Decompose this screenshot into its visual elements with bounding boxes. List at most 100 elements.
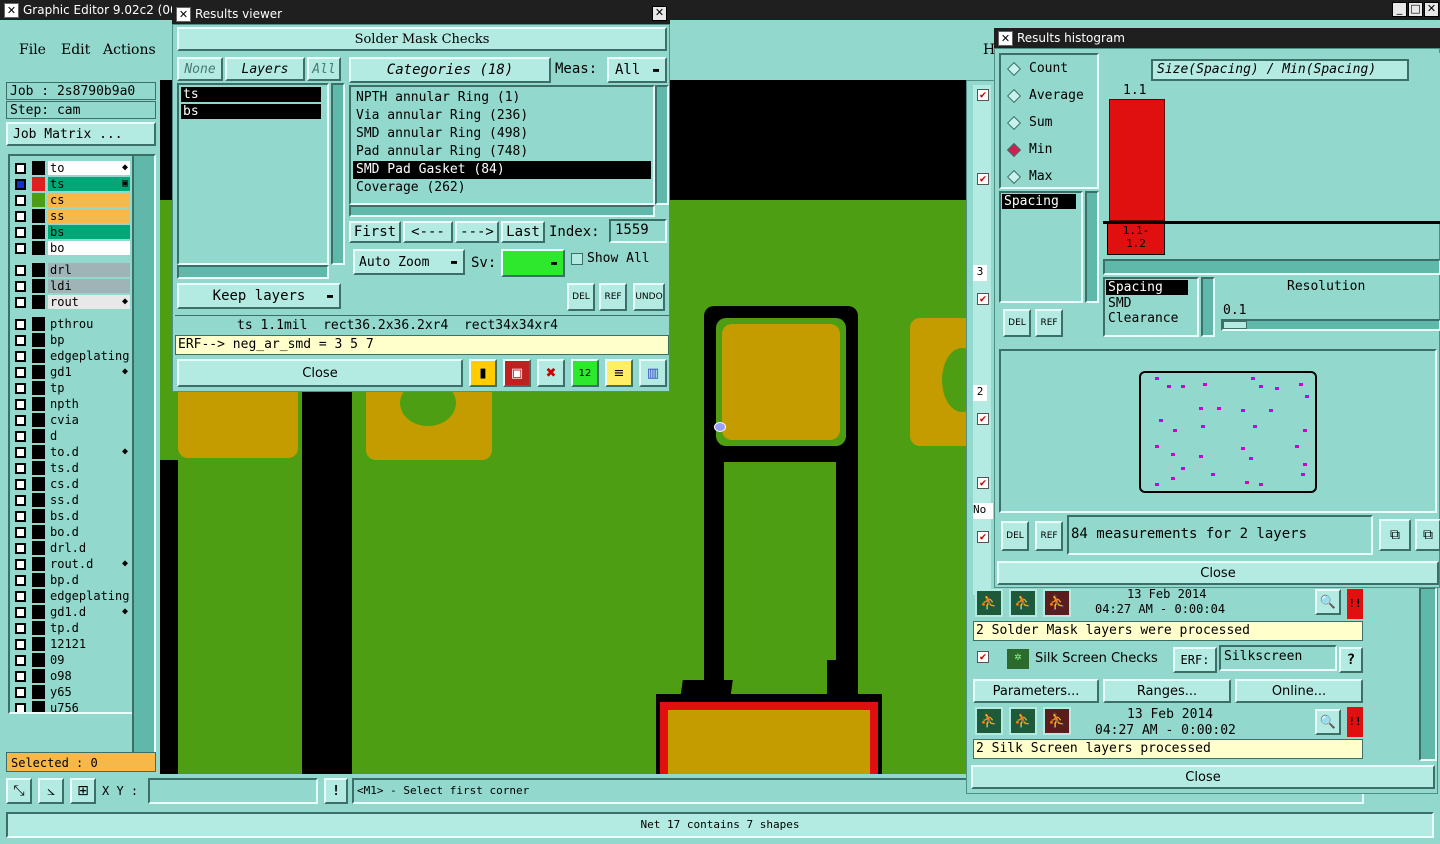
layer-row[interactable]: 09 <box>10 652 130 668</box>
layer-color-swatch[interactable] <box>32 317 45 331</box>
layer-name[interactable]: bs.d <box>48 509 130 523</box>
layer-row[interactable]: rout.d ◆ <box>10 556 130 572</box>
category-item[interactable]: SMD annular Ring (498) <box>353 125 651 143</box>
histogram-icon[interactable]: ▥ <box>639 359 667 387</box>
layer-name[interactable]: o98 <box>48 669 130 683</box>
layer-color-swatch[interactable] <box>32 573 45 587</box>
check-group-header[interactable]: Solder Mask Checks <box>177 27 667 51</box>
layer-row[interactable]: to ◆ <box>10 160 130 176</box>
index-input[interactable]: 1559 <box>609 219 667 243</box>
violation-dot[interactable] <box>1251 377 1255 380</box>
layers-button[interactable]: Layers <box>225 57 305 81</box>
violation-dot[interactable] <box>1305 395 1309 398</box>
result-layer-item[interactable]: ts <box>181 87 321 102</box>
layer-checkbox[interactable] <box>15 510 26 522</box>
zoom-icon[interactable]: 🔍 <box>1315 589 1341 615</box>
violation-dot[interactable] <box>1167 385 1171 388</box>
layer-name[interactable]: rout.d ◆ <box>48 557 130 571</box>
export-all-icon[interactable]: ⧉ <box>1415 519 1440 551</box>
violation-dot[interactable] <box>1199 407 1203 410</box>
layer-row[interactable]: edgeplating <box>10 588 130 604</box>
layer-results-scrollbar[interactable] <box>331 83 345 265</box>
layer-color-swatch[interactable] <box>32 295 45 309</box>
layer-row[interactable]: 12121 <box>10 636 130 652</box>
layer-name[interactable]: ss.d <box>48 493 130 507</box>
list-icon[interactable]: 12 <box>571 359 599 387</box>
layer-list-scrollbar[interactable] <box>132 154 156 754</box>
layer-checkbox[interactable] <box>15 296 26 308</box>
layer-name[interactable]: to ◆ <box>48 161 130 175</box>
layer-checkbox[interactable] <box>15 702 26 712</box>
layer-name[interactable]: 09 <box>48 653 130 667</box>
layer-checkbox[interactable] <box>15 542 26 554</box>
layer-name[interactable]: npth <box>48 397 130 411</box>
violation-dot[interactable] <box>1303 429 1307 432</box>
layer-row[interactable]: bo <box>10 240 130 256</box>
layer-color-swatch[interactable] <box>32 161 45 175</box>
layer-color-swatch[interactable] <box>32 193 45 207</box>
layer-name[interactable]: bo <box>48 241 130 255</box>
menu-actions[interactable]: Actions <box>103 42 156 58</box>
mode-option[interactable]: Min <box>1001 136 1097 163</box>
violation-dot[interactable] <box>1275 387 1279 390</box>
layer-color-swatch[interactable] <box>32 541 45 555</box>
board-preview[interactable] <box>999 349 1437 513</box>
layer-row[interactable]: gd1 ◆ <box>10 364 130 380</box>
layer-name[interactable]: ss <box>48 209 130 223</box>
layer-row[interactable]: gd1.d ◆ <box>10 604 130 620</box>
layer-row[interactable]: cs.d <box>10 476 130 492</box>
measure-type-smd[interactable]: SMD <box>1105 296 1197 311</box>
layer-checkbox[interactable] <box>15 638 26 650</box>
layer-color-swatch[interactable] <box>32 493 45 507</box>
category-item[interactable]: Via annular Ring (236) <box>353 107 651 125</box>
metric-list-scrollbar[interactable] <box>1085 191 1099 303</box>
category-item[interactable]: Coverage (262) <box>353 179 651 197</box>
layer-name[interactable]: rout ◆ <box>48 295 130 309</box>
next-button[interactable]: ---> <box>455 221 499 243</box>
zoom-box-icon[interactable]: ⤡ <box>6 778 32 804</box>
layer-checkbox[interactable] <box>15 210 26 222</box>
layer-checkbox[interactable] <box>15 350 26 362</box>
measure-type-scrollbar[interactable] <box>1201 277 1215 337</box>
menu-file[interactable]: File <box>19 42 46 58</box>
layer-color-swatch[interactable] <box>32 381 45 395</box>
layer-checkbox[interactable] <box>15 398 26 410</box>
check-icon[interactable]: ✔ <box>977 531 989 543</box>
layer-color-swatch[interactable] <box>32 279 45 293</box>
layer-checkbox[interactable] <box>15 162 26 174</box>
violation-dot[interactable] <box>1299 383 1303 386</box>
layer-checkbox[interactable] <box>15 526 26 538</box>
radio-icon[interactable] <box>1006 61 1022 76</box>
layer-row[interactable]: ldi <box>10 278 130 294</box>
layer-name[interactable]: d <box>48 429 130 443</box>
layer-color-swatch[interactable] <box>32 349 45 363</box>
violation-dot[interactable] <box>1241 447 1245 450</box>
delete-icon[interactable]: DEL <box>567 283 595 311</box>
delete-icon[interactable]: DEL <box>1001 521 1029 551</box>
mode-option[interactable]: Max <box>1001 163 1097 187</box>
layer-color-swatch[interactable] <box>32 685 45 699</box>
violation-dot[interactable] <box>1259 385 1263 388</box>
layer-color-swatch[interactable] <box>32 429 45 443</box>
layer-color-swatch[interactable] <box>32 669 45 683</box>
checklist-close-button[interactable]: Close <box>971 765 1435 789</box>
violation-dot[interactable] <box>1159 419 1163 422</box>
violation-dot[interactable] <box>1181 385 1185 388</box>
violation-dot[interactable] <box>1259 483 1263 486</box>
violation-dot[interactable] <box>1203 383 1207 386</box>
layer-name[interactable]: bp <box>48 333 130 347</box>
layer-row[interactable]: tp.d <box>10 620 130 636</box>
radio-icon[interactable] <box>1006 142 1022 157</box>
layer-color-swatch[interactable] <box>32 525 45 539</box>
layer-row[interactable]: bs <box>10 224 130 240</box>
parameters-button[interactable]: Parameters... <box>973 679 1099 703</box>
layer-row[interactable]: cvia <box>10 412 130 428</box>
layer-name[interactable]: 12121 <box>48 637 130 651</box>
layer-checkbox[interactable] <box>15 558 26 570</box>
bars-icon[interactable]: ▮ <box>469 359 497 387</box>
layer-row[interactable]: y65 <box>10 684 130 700</box>
violation-dot[interactable] <box>1155 483 1159 486</box>
report-icon[interactable]: ▣ <box>503 359 531 387</box>
layer-checkbox[interactable] <box>15 446 26 458</box>
layer-row[interactable]: bp <box>10 332 130 348</box>
